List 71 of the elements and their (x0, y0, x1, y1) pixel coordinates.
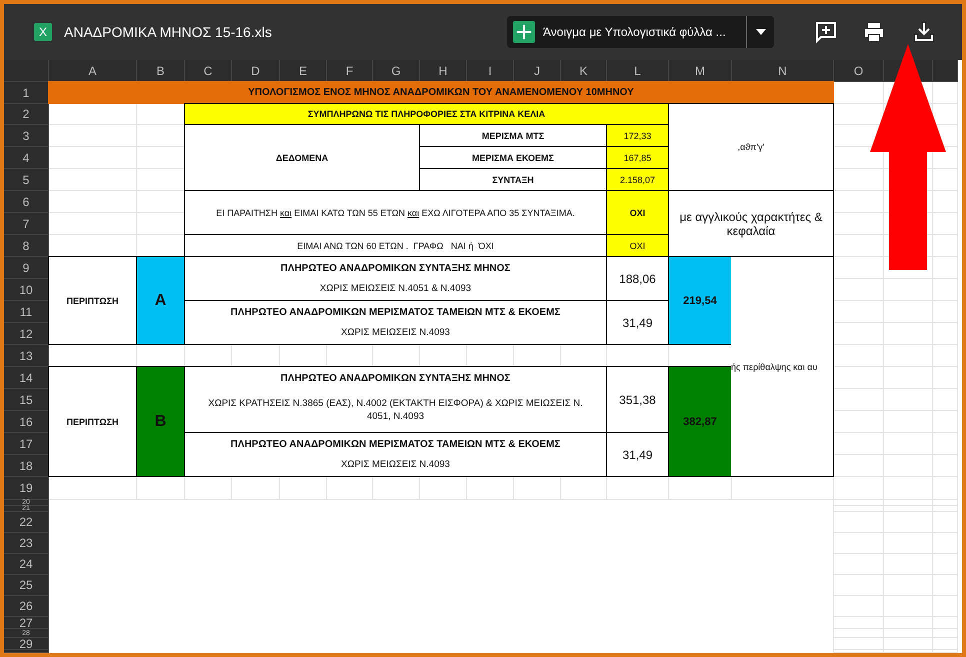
column-header[interactable]: M (669, 60, 732, 82)
answer-cell[interactable]: ΟΧΙ (606, 234, 669, 257)
note-cell: ,αϑπ'γ' (668, 103, 834, 191)
row-header[interactable]: 10 (4, 279, 49, 301)
row-header[interactable]: 2 (4, 104, 49, 125)
row-header[interactable]: 6 (4, 191, 49, 213)
column-header[interactable]: D (232, 60, 280, 82)
column-header[interactable]: G (373, 60, 420, 82)
row-header[interactable]: 12 (4, 323, 49, 345)
section-detail: ΧΩΡΙΣ ΜΕΙΩΣΕΙΣ Ν.4093 (184, 322, 607, 345)
row-header[interactable]: 22 (4, 512, 49, 533)
row-header[interactable]: 27 (4, 617, 49, 629)
download-icon[interactable] (912, 20, 936, 44)
answer-cell[interactable]: ΟΧΙ (606, 190, 669, 235)
input-value-cell[interactable]: 172,33 (606, 124, 669, 147)
instruction-cell: ΣΥΜΠΛΗΡΩΝΩ ΤΙΣ ΠΛΗΡΟΦΟΡΙΕΣ ΣΤΑ ΚΙΤΡΙΝΑ ΚΕΛΙΑ (184, 103, 669, 125)
column-header[interactable]: E (280, 60, 327, 82)
section-detail: ΧΩΡΙΣ ΜΕΙΩΣΕΙΣ Ν.4093 (184, 454, 607, 477)
input-value-cell[interactable]: 167,85 (606, 146, 669, 169)
column-header[interactable]: F (327, 60, 373, 82)
row-header[interactable]: 3 (4, 125, 49, 147)
row-header[interactable]: 15 (4, 389, 49, 411)
note-cell: με αγγλικούς χαρακτήτες & κεφαλαία (668, 190, 834, 257)
column-header[interactable]: B (137, 60, 185, 82)
row-header[interactable]: 5 (4, 169, 49, 191)
sheets-icon (513, 21, 535, 43)
file-name: ΑΝΑΔΡΟΜΙΚΑ ΜΗΝΟΣ 15-16.xls (64, 24, 273, 40)
row-header[interactable]: 13 (4, 345, 49, 367)
case-letter: B (136, 366, 185, 477)
open-with-button[interactable]: Άνοιγμα με Υπολογιστικά φύλλα ... (507, 16, 747, 48)
column-header[interactable]: J (514, 60, 561, 82)
total-cell: 219,54 (668, 256, 732, 345)
row-header[interactable]: 4 (4, 147, 49, 169)
section-heading: ΠΛΗΡΩΤΕΟ ΑΝΑΔΡΟΜΙΚΩΝ ΣΥΝΤΑΞΗΣ ΜΗΝΟΣ (184, 366, 607, 389)
row-header[interactable]: 16 (4, 411, 49, 433)
caret-icon (756, 29, 766, 35)
case-label: ΠΕΡΙΠΤΩΣΗ (48, 366, 137, 477)
print-icon[interactable] (862, 20, 886, 44)
row-header[interactable]: 17 (4, 433, 49, 455)
row-header[interactable]: 26 (4, 596, 49, 617)
side-note: ής περίθαλψης και αυ (731, 256, 834, 477)
row-header[interactable]: 25 (4, 575, 49, 596)
total-cell: 382,87 (668, 366, 732, 477)
row-header[interactable]: 18 (4, 455, 49, 477)
column-header[interactable]: N (732, 60, 834, 82)
case-letter: A (136, 256, 185, 345)
row-header[interactable]: 9 (4, 257, 49, 279)
column-header[interactable]: O (834, 60, 884, 82)
data-label: ΔΕΔΟΜΕΝΑ (184, 124, 420, 191)
row-header[interactable]: 11 (4, 301, 49, 323)
column-header[interactable]: L (607, 60, 669, 82)
add-comment-icon[interactable] (814, 20, 838, 44)
input-value-cell[interactable]: 2.158,07 (606, 168, 669, 191)
column-header[interactable]: A (49, 60, 137, 82)
row-header[interactable]: 24 (4, 554, 49, 575)
row-header[interactable]: 8 (4, 235, 49, 257)
excel-icon: X (34, 23, 52, 41)
column-header[interactable]: C (185, 60, 232, 82)
row-header[interactable]: 7 (4, 213, 49, 235)
row-header[interactable]: 19 (4, 477, 49, 500)
row-header[interactable]: 14 (4, 367, 49, 389)
column-header[interactable]: I (467, 60, 514, 82)
row-header[interactable]: 1 (4, 82, 49, 104)
row-header[interactable]: 23 (4, 533, 49, 554)
section-detail: ΧΩΡΙΣ ΚΡΑΤΗΣΕΙΣ Ν.3865 (ΕΑΣ), Ν.4002 (ΕΚΤΑΚΤΗ ΕΙΣΦΟΡΑ) & ΧΩΡΙΣ ΜΕΙΩΣΕΙΣ Ν. 4051, Ν.4093 (184, 388, 607, 433)
question-text: ΕΙ ΠΑΡΑΙΤΗΣΗ και ΕΙΜΑΙ ΚΑΤΩ ΤΩΝ 55 ΕΤΩΝ και ΕΧΩ ΛΙΓΟΤΕΡΑ ΑΠΟ 35 ΣΥΝΤΑΞΙΜΑ. (184, 190, 607, 235)
row-header[interactable]: 29 (4, 638, 49, 650)
column-header[interactable]: K (561, 60, 607, 82)
sheet-title: ΥΠΟΛΟΓΙΣΜΟΣ ΕΝΟΣ ΜΗΝΟΣ ΑΝΑΔΡΟΜΙΚΩΝ ΤΟΥ ΑΝΑΜΕΝΟΜΕΝΟΥ 10ΜΗΝΟΥ (48, 81, 834, 104)
column-header[interactable]: H (420, 60, 467, 82)
case-label: ΠΕΡΙΠΤΩΣΗ (48, 256, 137, 345)
